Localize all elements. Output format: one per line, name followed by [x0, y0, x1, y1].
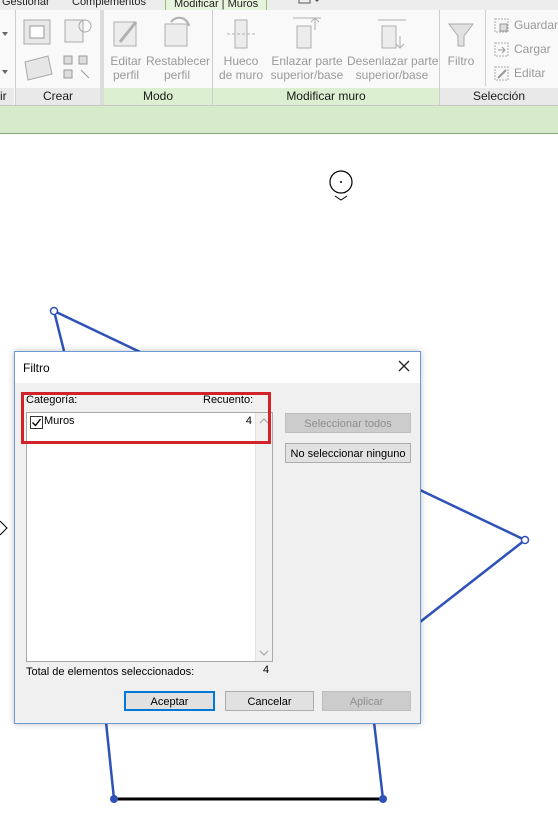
tab-overflow-dropdown[interactable] [298, 0, 320, 10]
total-selected-value: 4 [263, 664, 270, 676]
create-tool-1[interactable] [22, 16, 56, 51]
component-icon [64, 19, 92, 43]
wall-endpoint[interactable] [520, 535, 530, 545]
save-selection-label: Guardar [514, 18, 558, 32]
wall-panel-icon [24, 55, 53, 81]
dialog-title: Filtro [23, 361, 50, 375]
tab-gestionar[interactable]: Gestionar [2, 0, 50, 8]
reset-profile-label-1: Restablecer [146, 54, 211, 68]
panel-title-cut: ir [0, 88, 14, 105]
total-selected-label: Total de elementos seleccionados: [26, 666, 195, 678]
wall-opening-button[interactable]: Hueco de muro [218, 16, 264, 82]
ribbon-tab-bar: Gestionar Complementos Modificar | Muros [0, 0, 558, 10]
detach-top-base-button[interactable]: Desenlazar parte superior/base [347, 16, 439, 82]
edit-selection-icon [494, 66, 509, 81]
filter-button[interactable]: Filtro [443, 16, 479, 68]
panel-title-modo: Modo [104, 88, 212, 105]
wall-endpoint[interactable] [379, 795, 387, 803]
wall-segment-left-top[interactable] [52, 310, 66, 352]
save-selection-icon [494, 18, 509, 33]
dialog-titlebar[interactable]: Filtro [15, 352, 420, 383]
scroll-down-icon[interactable] [259, 649, 269, 657]
wall-opening-label-2: de muro [218, 68, 264, 82]
tab-complementos[interactable]: Complementos [72, 0, 146, 8]
close-icon[interactable] [396, 358, 412, 374]
panel-separator [485, 10, 486, 86]
ribbon: ir Crear Editar perfil Restablecer perfi… [0, 10, 558, 106]
create-tool-2[interactable] [61, 16, 95, 51]
load-selection-icon [494, 42, 509, 57]
annotation-highlight-box [21, 392, 271, 444]
select-none-button[interactable]: No seleccionar ninguno [285, 443, 411, 463]
panel-title-seleccion: Selección [440, 88, 558, 105]
wall-segment-bottom-left[interactable] [104, 721, 116, 800]
apply-button[interactable]: Aplicar [322, 691, 411, 711]
wall-opening-icon [227, 19, 255, 49]
save-selection-button[interactable]: Guardar [494, 16, 558, 34]
create-tool-3[interactable] [22, 52, 56, 87]
create-tool-4[interactable] [61, 52, 95, 87]
attach-top-base-button[interactable]: Enlazar parte superior/base [268, 16, 346, 82]
reset-profile-label-2: perfil [163, 68, 190, 82]
wall-segment-bottom-right[interactable] [372, 721, 385, 800]
edit-profile-label-1: Editar [110, 54, 142, 68]
chevron-down-icon [298, 0, 319, 4]
edit-profile-icon [113, 21, 138, 47]
wall-shapes-icon [23, 19, 51, 45]
wall-endpoint[interactable] [110, 795, 118, 803]
edit-selection-label: Editar [514, 66, 546, 80]
wall-segment-right-upper[interactable] [419, 488, 526, 542]
dropdown-arrow-1[interactable] [2, 24, 8, 42]
category-list[interactable]: Muros 4 [26, 412, 273, 662]
wall-endpoint[interactable] [49, 306, 59, 316]
attach-top-base-icon [293, 17, 321, 49]
filter-label: Filtro [447, 54, 475, 68]
ok-button[interactable]: Aceptar [124, 691, 215, 711]
edit-profile-label-2: perfil [112, 68, 139, 82]
array-icon [63, 55, 90, 79]
section-marker[interactable] [0, 520, 8, 536]
detach-label-1: Desenlazar parte [347, 54, 439, 68]
detach-top-base-icon [378, 19, 406, 49]
reset-profile-button[interactable]: Restablecer perfil [146, 16, 211, 82]
options-bar [0, 106, 558, 134]
wall-opening-label-1: Hueco [223, 54, 259, 68]
reset-profile-icon [164, 16, 190, 47]
wall-segment-right-lower[interactable] [419, 539, 526, 623]
wall-segment-top[interactable] [53, 309, 141, 354]
load-selection-button[interactable]: Cargar [494, 40, 551, 58]
panel-title-modificar-muro: Modificar muro [213, 88, 439, 105]
filter-icon [448, 23, 474, 47]
level-marker[interactable] [329, 170, 353, 201]
edit-selection-button[interactable]: Editar [494, 64, 545, 82]
detach-label-2: superior/base [355, 68, 429, 82]
attach-label-1: Enlazar parte [271, 54, 343, 68]
tab-modificar-muros[interactable]: Modificar | Muros [165, 0, 268, 10]
edit-profile-button[interactable]: Editar perfil [106, 16, 146, 82]
cancel-button[interactable]: Cancelar [225, 691, 314, 711]
dropdown-arrow-2[interactable] [2, 62, 8, 80]
load-selection-label: Cargar [514, 42, 551, 56]
list-scrollbar[interactable] [255, 413, 272, 661]
select-all-button[interactable]: Seleccionar todos [285, 413, 411, 433]
attach-label-2: superior/base [270, 68, 344, 82]
panel-title-crear: Crear [16, 88, 100, 105]
